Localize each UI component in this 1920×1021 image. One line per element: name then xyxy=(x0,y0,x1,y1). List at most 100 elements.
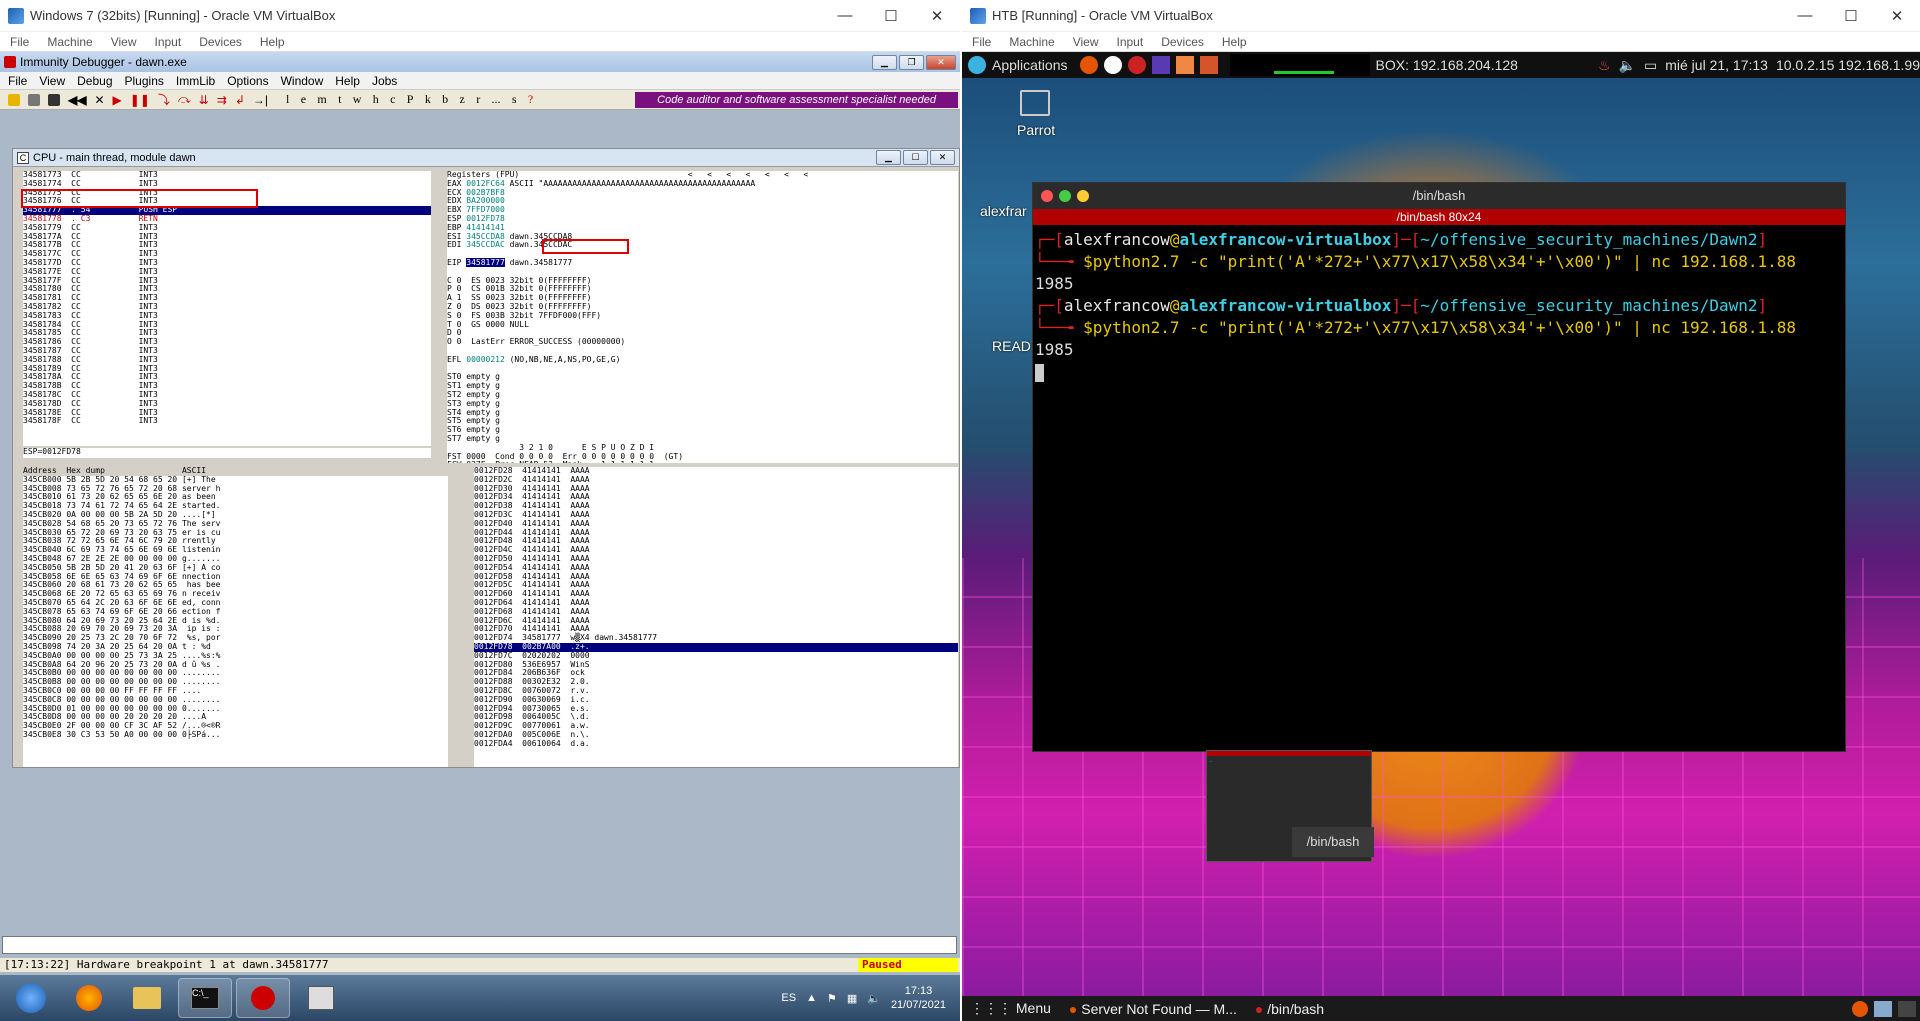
parrot-desktop-icon[interactable] xyxy=(1020,90,1050,116)
toolbar-t[interactable]: t xyxy=(338,92,341,106)
volume-icon[interactable]: 🔈 xyxy=(867,992,881,1005)
toolbar-c[interactable]: c xyxy=(390,92,395,106)
register-row[interactable]: O 0 LastErr ERROR_SUCCESS (00000000) xyxy=(447,337,958,347)
register-row[interactable]: EIP 34581777 dawn.34581777 xyxy=(447,257,958,268)
toolbar-l[interactable]: l xyxy=(286,92,289,106)
clock[interactable]: mié jul 21, 17:13 xyxy=(1665,57,1768,73)
disassembly-pane[interactable]: 34581773 CC INT3 34581774 CC INT3 34581775… xyxy=(23,171,431,446)
ad-banner[interactable]: Code auditor and software assessment spe… xyxy=(635,91,958,108)
stop-icon[interactable]: ✕ xyxy=(94,93,104,107)
parrot-tool-icon[interactable] xyxy=(1151,56,1170,74)
menu-view[interactable]: View xyxy=(111,35,137,49)
restart-icon[interactable] xyxy=(28,93,40,106)
toolbar-z[interactable]: z xyxy=(460,92,465,106)
register-row[interactable]: EDI 345CCDAC dawn.345CCDAC xyxy=(447,240,958,250)
minimize-icon[interactable]: — xyxy=(822,7,868,25)
registers-pane[interactable]: Registers (FPU) < < < < < < < EAX 0012FC6… xyxy=(447,171,958,463)
close-icon[interactable]: ✕ xyxy=(914,7,960,25)
step-into-icon[interactable]: ⤵ xyxy=(158,91,170,108)
toolbar-m[interactable]: m xyxy=(317,92,326,106)
menu-help[interactable]: Help xyxy=(335,74,360,88)
firefox-icon[interactable] xyxy=(1079,56,1098,74)
menu-file[interactable]: File xyxy=(8,74,27,88)
menu-debug[interactable]: Debug xyxy=(77,74,112,88)
flame-icon[interactable] xyxy=(1199,56,1218,74)
minimize-dot-icon[interactable] xyxy=(1077,190,1089,202)
explorer-taskbar-icon[interactable] xyxy=(120,978,174,1018)
task-firefox[interactable]: ● Server Not Found — M... xyxy=(1069,1001,1237,1017)
volume-icon[interactable]: 🔈 xyxy=(1619,57,1636,74)
applications-menu[interactable]: Applications xyxy=(992,57,1068,73)
menu-devices[interactable]: Devices xyxy=(199,35,242,49)
network-icon[interactable]: ▦ xyxy=(847,992,857,1005)
terminal-output[interactable]: ┌─[alexfrancow@alexfrancow-virtualbox]─[… xyxy=(1033,225,1845,387)
tray-arrow-icon[interactable]: ▲ xyxy=(806,992,817,1004)
immunity-title-bar[interactable]: Immunity Debugger - dawn.exe ▁ ❐ ✕ xyxy=(0,52,960,72)
cherry-icon[interactable] xyxy=(1127,56,1146,74)
stack-pane[interactable]: 0012FD28 41414141 AAAA 0012FD2C 41414141 … xyxy=(474,467,958,767)
menu-window[interactable]: Window xyxy=(281,74,324,88)
close-dot-icon[interactable] xyxy=(1041,190,1053,202)
menu-file[interactable]: File xyxy=(10,35,29,49)
close-program-icon[interactable] xyxy=(48,93,60,106)
register-row[interactable]: ST3 empty g xyxy=(447,399,958,409)
menu-machine[interactable]: Machine xyxy=(1009,35,1054,49)
toolbar-h[interactable]: h xyxy=(373,92,379,106)
register-row[interactable]: ST2 empty g xyxy=(447,390,958,400)
run-icon[interactable]: ▶ xyxy=(113,93,122,107)
firefox-taskbar-icon[interactable] xyxy=(62,978,116,1018)
menu-devices[interactable]: Devices xyxy=(1161,35,1204,49)
rewind-icon[interactable]: ◀◀ xyxy=(68,93,86,107)
workspace-1-icon[interactable] xyxy=(1874,1000,1892,1017)
help-icon[interactable]: ? xyxy=(528,92,533,106)
flag-icon[interactable]: ⚑ xyxy=(827,992,837,1005)
step-over-icon[interactable]: ⤼ xyxy=(178,92,191,107)
flame-tray-icon[interactable]: ♨ xyxy=(1598,57,1611,74)
register-row[interactable]: ST6 empty g xyxy=(447,425,958,435)
close-icon[interactable]: ✕ xyxy=(926,54,956,70)
toolbar-k[interactable]: k xyxy=(425,92,431,106)
disasm-row[interactable]: 3458178F CC INT3 xyxy=(23,417,431,426)
maximize-icon[interactable]: ☐ xyxy=(868,7,914,25)
menu-immlib[interactable]: ImmLib xyxy=(176,74,215,88)
register-row[interactable]: ST0 empty g xyxy=(447,373,958,382)
screen-icon[interactable]: ▭ xyxy=(1644,57,1657,74)
terminal-title-bar[interactable]: /bin/bash xyxy=(1033,183,1845,209)
vm-title-bar[interactable]: HTB [Running] - Oracle VM VirtualBox — ☐… xyxy=(962,0,1920,32)
vm-title-bar[interactable]: Windows 7 (32bits) [Running] - Oracle VM… xyxy=(0,0,960,32)
maximize-icon[interactable]: ☐ xyxy=(1828,7,1874,25)
menu-jobs[interactable]: Jobs xyxy=(372,74,397,88)
register-row[interactable]: FCW 027F Prec NEAR,53 Mask 1 1 1 1 1 1 xyxy=(447,460,958,463)
menu-view[interactable]: View xyxy=(39,74,65,88)
register-row[interactable]: EFL 00000212 (NO,NB,NE,A,NS,PO,GE,G) xyxy=(447,355,958,365)
language-indicator[interactable]: ES xyxy=(781,992,796,1004)
execute-till-return-icon[interactable]: ↲ xyxy=(235,93,245,107)
workspace-2-icon[interactable] xyxy=(1898,1000,1916,1017)
menu-plugins[interactable]: Plugins xyxy=(125,74,164,88)
immunity-taskbar-icon[interactable] xyxy=(236,978,290,1018)
terminal-window[interactable]: /bin/bash /bin/bash 80x24 ┌─[alexfrancow… xyxy=(1032,182,1846,752)
app-icon[interactable] xyxy=(1103,56,1122,74)
register-row[interactable]: ECX 002B7BF8 xyxy=(447,188,958,198)
stack-row[interactable]: 0012FDA4 00610064 d.a. xyxy=(474,739,958,749)
register-row[interactable]: ST4 empty g xyxy=(447,408,958,418)
task-terminal[interactable]: ● /bin/bash xyxy=(1255,1001,1324,1017)
menu-input[interactable]: Input xyxy=(155,35,182,49)
command-input[interactable] xyxy=(2,936,957,954)
toolbar-b[interactable]: b xyxy=(442,92,448,106)
cmd-taskbar-icon[interactable]: C:\_ xyxy=(178,978,232,1018)
trace-into-icon[interactable]: ⇊ xyxy=(199,93,209,107)
toolbar-P[interactable]: P xyxy=(407,92,414,106)
maximize-dot-icon[interactable] xyxy=(1059,190,1071,202)
dump-row[interactable]: 345CB0E8 30 C3 53 50 A0 00 00 00 0├SPá..… xyxy=(23,730,448,740)
burp-icon[interactable] xyxy=(1175,56,1194,74)
register-row[interactable] xyxy=(447,365,958,374)
trace-over-icon[interactable]: ⇉ xyxy=(217,93,227,107)
open-icon[interactable] xyxy=(8,93,20,106)
firefox-tray-icon[interactable] xyxy=(1852,1000,1868,1017)
menu-machine[interactable]: Machine xyxy=(47,35,92,49)
menu-file[interactable]: File xyxy=(972,35,991,49)
menu-view[interactable]: View xyxy=(1073,35,1099,49)
menu-input[interactable]: Input xyxy=(1117,35,1144,49)
toolbar-e[interactable]: e xyxy=(301,92,306,106)
